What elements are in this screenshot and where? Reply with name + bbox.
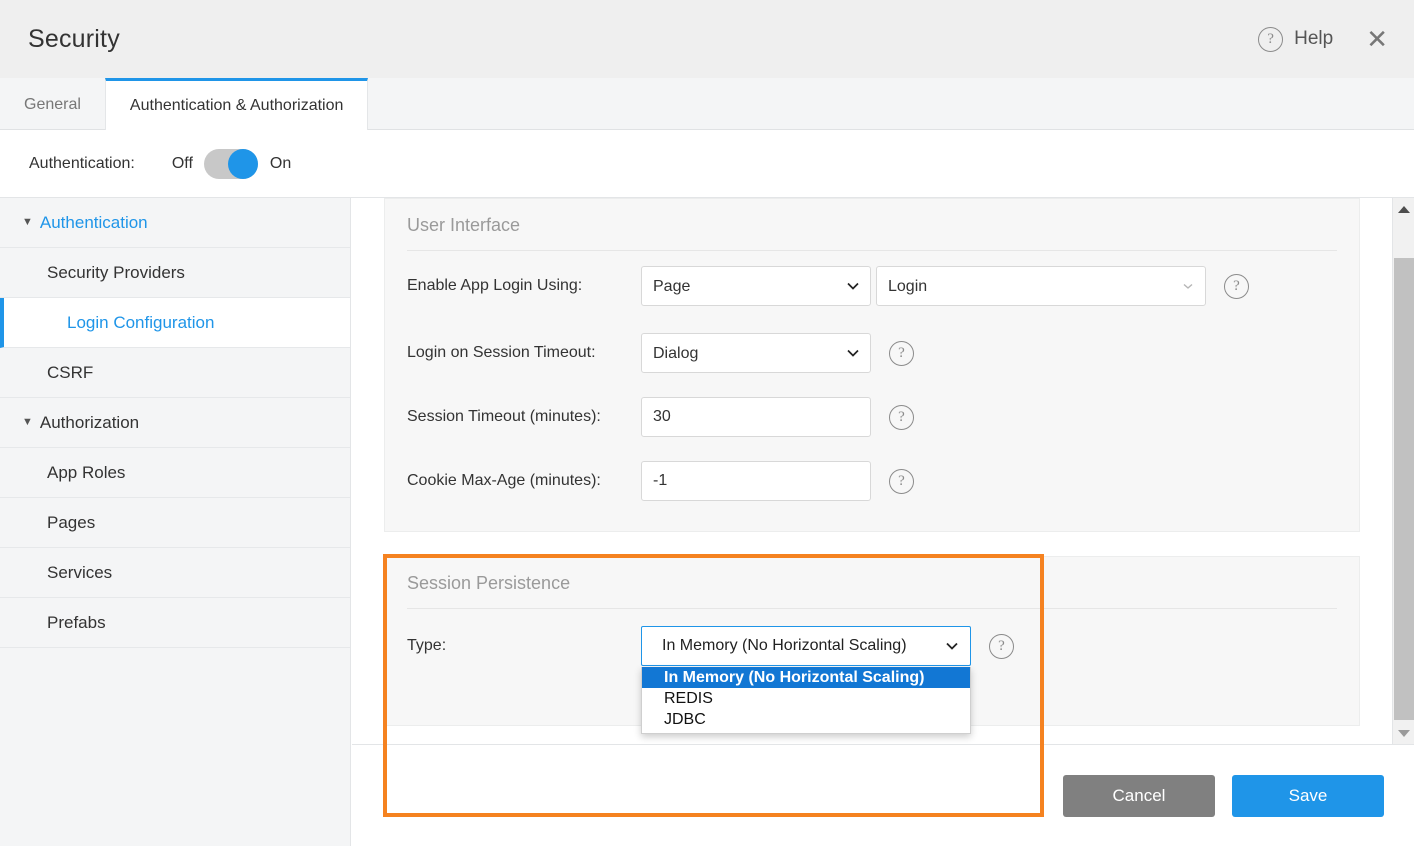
tab-bar: General Authentication & Authorization [0,78,1414,130]
row-session-timeout: Session Timeout (minutes): ? [385,385,1359,449]
tab-authentication-authorization[interactable]: Authentication & Authorization [105,78,368,130]
field-label: Type: [407,637,641,655]
option-in-memory[interactable]: In Memory (No Horizontal Scaling) [642,667,970,688]
field-label: Enable App Login Using: [407,277,641,295]
sidebar-item-label: CSRF [47,363,93,383]
question-circle-icon[interactable]: ? [889,341,914,366]
question-circle-icon[interactable]: ? [1224,274,1249,299]
sidebar-item-label: Services [47,563,112,583]
panel-title-session-persistence: Session Persistence [385,557,1359,594]
option-jdbc[interactable]: JDBC [642,709,970,730]
sidebar-item-app-roles[interactable]: App Roles [0,448,350,498]
enable-app-login-type-select[interactable]: Page [641,266,871,306]
enable-app-login-page-select-wrap: Login [876,266,1206,306]
sidebar-item-label: Pages [47,513,95,533]
scrollbar-thumb[interactable] [1394,258,1414,720]
sidebar-item-services[interactable]: Services [0,548,350,598]
sidebar-item-pages[interactable]: Pages [0,498,350,548]
field-label: Cookie Max-Age (minutes): [407,472,641,490]
sidebar-group-label: Authorization [40,413,139,433]
question-circle-icon[interactable]: ? [889,469,914,494]
option-redis[interactable]: REDIS [642,688,970,709]
session-persistence-type-select[interactable]: In Memory (No Horizontal Scaling) In Mem… [641,626,971,666]
login-session-timeout-select-wrap: Dialog [641,333,871,373]
enable-app-login-page-select[interactable]: Login [876,266,1206,306]
sidebar-item-label: Security Providers [47,263,185,283]
toggle-on-label: On [270,155,291,173]
authentication-label: Authentication: [29,155,135,173]
dialog-header: Security ? Help ✕ [0,0,1414,78]
sidebar-item-csrf[interactable]: CSRF [0,348,350,398]
settings-content: User Interface Enable App Login Using: P… [352,198,1392,744]
row-enable-app-login-using: Enable App Login Using: Page Login ? [385,251,1359,321]
sidebar-item-prefabs[interactable]: Prefabs [0,598,350,648]
question-circle-icon[interactable]: ? [889,405,914,430]
session-timeout-input[interactable] [641,397,871,437]
row-login-on-session-timeout: Login on Session Timeout: Dialog ? [385,321,1359,385]
chevron-down-icon: ▼ [22,417,33,428]
header-actions: ? Help ✕ [1258,24,1392,54]
chevron-down-icon [946,640,958,652]
row-cookie-max-age: Cookie Max-Age (minutes): ? [385,449,1359,513]
authentication-toggle-switch[interactable] [204,149,258,179]
field-label: Session Timeout (minutes): [407,408,641,426]
row-session-persistence-type: Type: In Memory (No Horizontal Scaling) … [385,609,1359,683]
toggle-knob [228,149,258,179]
selected-value: In Memory (No Horizontal Scaling) [642,637,907,655]
scroll-up-icon[interactable] [1393,198,1414,220]
sidebar-item-security-providers[interactable]: Security Providers [0,248,350,298]
user-interface-panel: User Interface Enable App Login Using: P… [384,198,1360,532]
session-persistence-panel: Session Persistence Type: In Memory (No … [384,556,1360,726]
content-scrollbar[interactable] [1392,198,1414,744]
sidebar-item-label: App Roles [47,463,125,483]
sidebar-group-authorization[interactable]: ▼ Authorization [0,398,350,448]
sidebar-item-label: Login Configuration [67,313,214,333]
tab-general[interactable]: General [0,78,105,129]
session-persistence-type-options: In Memory (No Horizontal Scaling) REDIS … [641,667,971,734]
login-on-session-timeout-select[interactable]: Dialog [641,333,871,373]
enable-app-login-type-select-wrap: Page [641,266,871,306]
sidebar-group-authentication[interactable]: ▼ Authentication [0,198,350,248]
help-link[interactable]: Help [1294,28,1333,50]
sidebar-group-label: Authentication [40,213,148,233]
save-button[interactable]: Save [1232,775,1384,817]
toggle-off-label: Off [172,155,193,173]
panel-title-user-interface: User Interface [385,199,1359,236]
sidebar-item-login-configuration[interactable]: Login Configuration [0,298,350,348]
authentication-toggle-row: Authentication: Off On [0,130,1414,198]
cookie-max-age-input[interactable] [641,461,871,501]
chevron-down-icon: ▼ [22,217,33,228]
question-circle-icon[interactable]: ? [989,634,1014,659]
close-icon[interactable]: ✕ [1362,24,1392,54]
scroll-down-icon[interactable] [1393,722,1414,744]
field-label: Login on Session Timeout: [407,344,641,362]
cancel-button[interactable]: Cancel [1063,775,1215,817]
page-title: Security [28,25,120,54]
settings-sidebar: ▼ Authentication Security Providers Logi… [0,198,351,846]
sidebar-item-label: Prefabs [47,613,106,633]
dialog-footer: Cancel Save [352,744,1414,846]
question-circle-icon[interactable]: ? [1258,27,1283,52]
